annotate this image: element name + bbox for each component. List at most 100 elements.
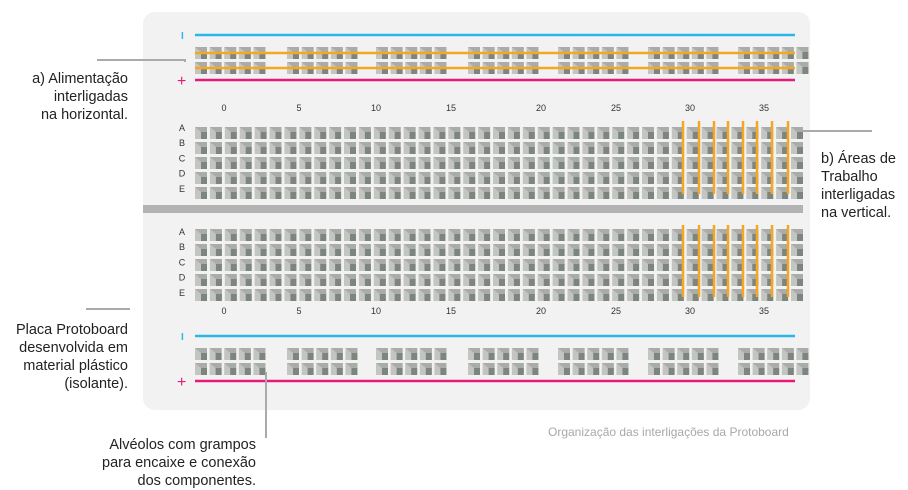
hole bbox=[791, 157, 803, 169]
hole bbox=[642, 157, 654, 169]
hole bbox=[522, 229, 535, 241]
hole bbox=[662, 363, 675, 375]
row-letter: B bbox=[179, 242, 185, 252]
label-alveolos-line: Alvéolos com grampos bbox=[109, 437, 256, 453]
hole bbox=[284, 259, 297, 271]
hole bbox=[493, 244, 505, 256]
hole bbox=[497, 348, 510, 360]
hole bbox=[701, 142, 714, 154]
hole bbox=[269, 127, 282, 139]
hole bbox=[329, 142, 342, 154]
hole bbox=[195, 142, 207, 154]
hole bbox=[478, 229, 491, 241]
hole bbox=[582, 289, 595, 301]
hole bbox=[731, 172, 744, 184]
hole bbox=[582, 259, 595, 271]
hole bbox=[612, 127, 625, 139]
hole bbox=[493, 142, 505, 154]
hole bbox=[656, 229, 669, 241]
hole bbox=[209, 274, 222, 286]
hole bbox=[314, 157, 327, 169]
hole bbox=[731, 157, 744, 169]
hole bbox=[642, 172, 654, 184]
hole bbox=[329, 259, 342, 271]
hole bbox=[677, 348, 690, 360]
hole bbox=[269, 172, 282, 184]
row-letter: A bbox=[179, 123, 185, 133]
label-a-line: a) Alimentação bbox=[32, 71, 128, 87]
hole bbox=[433, 229, 446, 241]
hole bbox=[195, 172, 207, 184]
hole bbox=[433, 187, 446, 199]
hole bbox=[587, 363, 600, 375]
hole bbox=[358, 259, 371, 271]
hole bbox=[558, 348, 570, 360]
hole bbox=[254, 187, 267, 199]
hole bbox=[686, 157, 699, 169]
hole bbox=[433, 142, 446, 154]
hole bbox=[507, 157, 520, 169]
hole bbox=[522, 274, 535, 286]
hole bbox=[224, 363, 237, 375]
hole bbox=[478, 187, 491, 199]
hole bbox=[418, 244, 431, 256]
hole bbox=[522, 172, 535, 184]
positive-symbol-top: + bbox=[177, 73, 186, 90]
hole bbox=[706, 348, 719, 360]
hole bbox=[299, 187, 312, 199]
hole bbox=[686, 172, 699, 184]
hole bbox=[403, 259, 416, 271]
hole bbox=[314, 274, 327, 286]
hole bbox=[567, 244, 580, 256]
hole bbox=[269, 274, 282, 286]
column-number: 30 bbox=[685, 103, 695, 113]
column-number: 15 bbox=[446, 103, 456, 113]
hole bbox=[522, 157, 535, 169]
hole bbox=[209, 157, 222, 169]
hole bbox=[656, 142, 669, 154]
hole bbox=[209, 259, 222, 271]
column-number: 15 bbox=[446, 306, 456, 316]
hole bbox=[239, 157, 252, 169]
label-placa-line: Placa Protoboard bbox=[15, 322, 128, 338]
hole bbox=[209, 244, 222, 256]
hole bbox=[388, 244, 401, 256]
hole bbox=[552, 244, 565, 256]
hole bbox=[582, 172, 595, 184]
hole bbox=[642, 142, 654, 154]
hole bbox=[284, 172, 297, 184]
hole bbox=[791, 229, 803, 241]
hole bbox=[656, 187, 669, 199]
hole bbox=[597, 127, 610, 139]
hole bbox=[752, 348, 765, 360]
hole bbox=[552, 142, 565, 154]
hole bbox=[418, 142, 431, 154]
hole bbox=[358, 127, 371, 139]
hole bbox=[552, 127, 565, 139]
hole bbox=[284, 187, 297, 199]
hole bbox=[616, 363, 629, 375]
hole bbox=[662, 348, 675, 360]
negative-symbol-bottom: I bbox=[181, 332, 184, 343]
hole bbox=[507, 187, 520, 199]
hole bbox=[493, 157, 505, 169]
hole bbox=[642, 244, 654, 256]
hole bbox=[314, 289, 327, 301]
hole bbox=[195, 363, 207, 375]
hole bbox=[314, 229, 327, 241]
column-number: 0 bbox=[221, 306, 226, 316]
hole bbox=[284, 289, 297, 301]
hole bbox=[716, 157, 729, 169]
hole bbox=[209, 229, 222, 241]
hole bbox=[358, 289, 371, 301]
hole bbox=[493, 289, 505, 301]
column-number: 10 bbox=[371, 306, 381, 316]
hole bbox=[791, 127, 803, 139]
hole bbox=[418, 289, 431, 301]
hole bbox=[627, 172, 640, 184]
hole bbox=[284, 127, 297, 139]
hole bbox=[731, 187, 744, 199]
hole bbox=[552, 229, 565, 241]
hole bbox=[781, 363, 794, 375]
hole bbox=[463, 274, 476, 286]
